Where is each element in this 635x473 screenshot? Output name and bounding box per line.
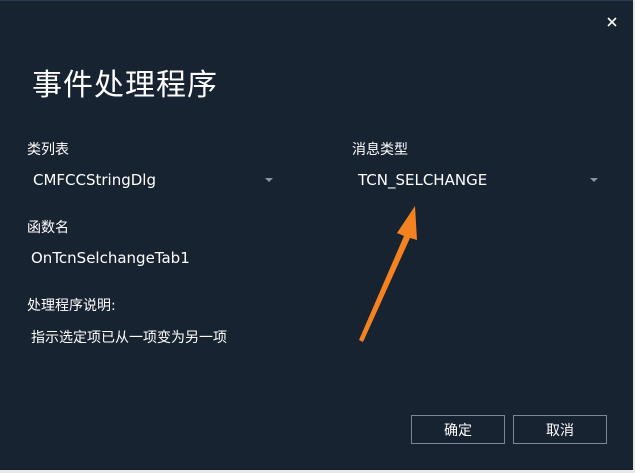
handler-description-label: 处理程序说明:	[27, 298, 116, 314]
event-handler-dialog: 事件处理程序 类列表 CMFCCStringDlg 消息类型 TCN_SELCH…	[0, 0, 635, 473]
cancel-button[interactable]: 取消	[513, 415, 607, 444]
dialog-title: 事件处理程序	[32, 68, 218, 103]
class-list-label: 类列表	[27, 142, 69, 158]
chevron-down-icon	[590, 178, 598, 182]
message-type-label: 消息类型	[352, 142, 408, 158]
dialog-top-border	[0, 0, 633, 1]
annotation-arrow-icon	[359, 206, 417, 342]
function-name-label: 函数名	[27, 220, 69, 236]
class-list-dropdown[interactable]: CMFCCStringDlg	[27, 164, 277, 196]
class-list-selected-value: CMFCCStringDlg	[33, 171, 156, 189]
message-type-selected-value: TCN_SELCHANGE	[358, 171, 488, 189]
function-name-field[interactable]: OnTcnSelchangeTab1	[31, 249, 190, 267]
close-button[interactable]	[600, 10, 624, 34]
message-type-dropdown[interactable]: TCN_SELCHANGE	[352, 164, 602, 196]
handler-description-text: 指示选定项已从一项变为另一项	[31, 330, 227, 346]
close-icon	[607, 17, 617, 27]
ok-button[interactable]: 确定	[411, 415, 505, 444]
chevron-down-icon	[265, 178, 273, 182]
